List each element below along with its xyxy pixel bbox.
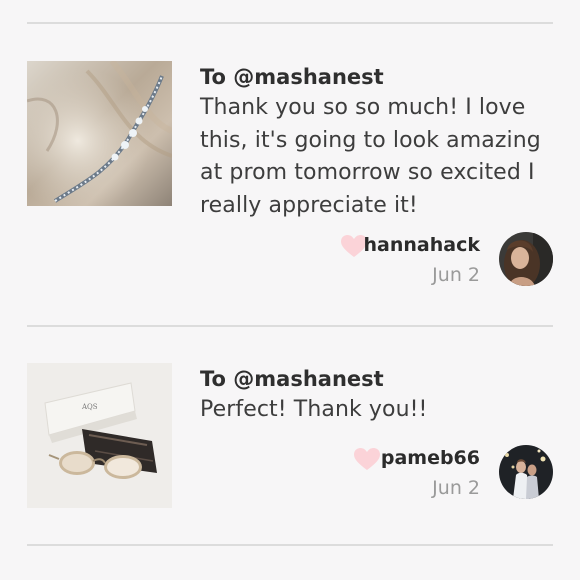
review-meta: hannahack Jun 2: [253, 232, 553, 286]
rhinestone-headband-photo-icon: [27, 61, 172, 206]
review-username[interactable]: pameb66: [381, 445, 480, 471]
review-recipient[interactable]: To @mashanest: [200, 364, 552, 394]
review-message: Perfect! Thank you!!: [200, 397, 428, 422]
user-avatar-photo-icon: [499, 445, 553, 499]
review-item: To @mashanest Thank you so so much! I lo…: [0, 61, 580, 301]
review-date: Jun 2: [432, 264, 480, 286]
case-label: AQS: [81, 403, 98, 411]
review-content: To @mashanest Perfect! Thank you!!: [200, 363, 552, 427]
review-content: To @mashanest Thank you so so much! I lo…: [200, 61, 552, 222]
review-meta: pameb66 Jun 2: [253, 445, 553, 499]
user-avatar-photo-icon: [499, 232, 553, 286]
avatar[interactable]: [499, 232, 553, 286]
review-divider: [27, 325, 553, 327]
item-thumbnail[interactable]: AQS: [27, 363, 172, 508]
heart-icon[interactable]: [353, 447, 381, 471]
sunglasses-with-case-photo-icon: AQS: [27, 363, 172, 508]
avatar[interactable]: [499, 445, 553, 499]
review-date: Jun 2: [432, 477, 480, 499]
review-message: Thank you so so much! I love this, it's …: [200, 95, 541, 218]
bottom-divider: [27, 544, 553, 546]
top-divider: [27, 22, 553, 24]
review-item: AQS To @mashanest Perfect! Thank you!! p…: [0, 363, 580, 513]
item-thumbnail[interactable]: [27, 61, 172, 206]
review-username[interactable]: hannahack: [364, 232, 480, 258]
review-recipient[interactable]: To @mashanest: [200, 62, 552, 92]
